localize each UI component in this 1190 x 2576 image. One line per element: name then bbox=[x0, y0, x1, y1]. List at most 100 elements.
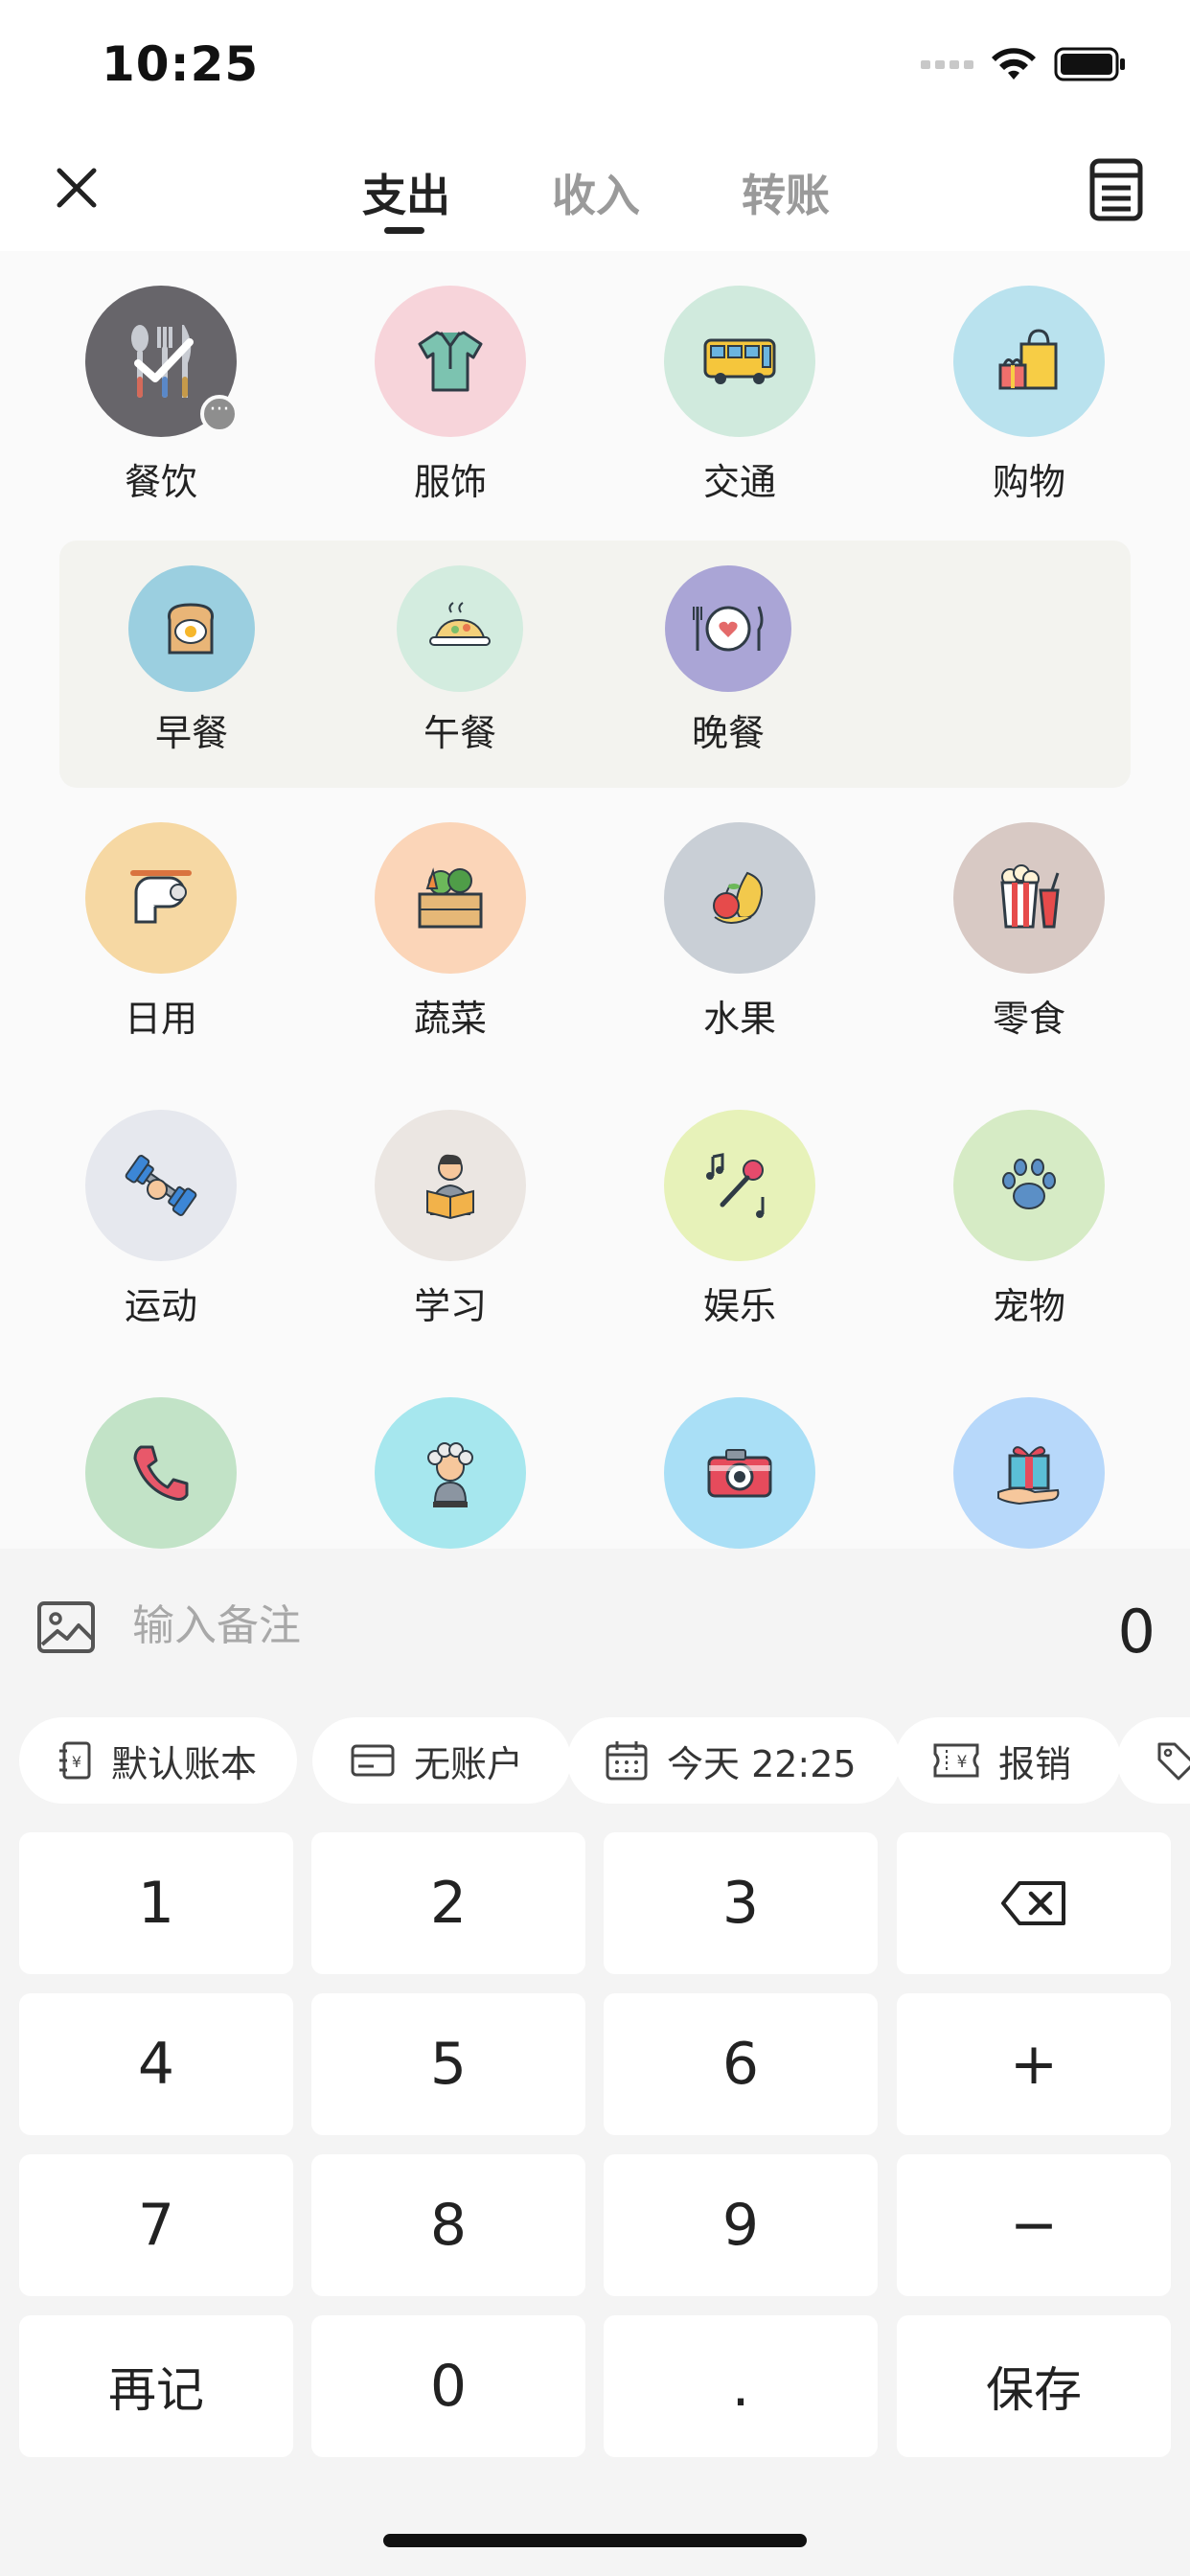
camera-icon-circle bbox=[664, 1397, 815, 1549]
subcategory-label: 晚餐 bbox=[691, 712, 765, 754]
subcategory-panel: 早餐 午餐 晚餐 bbox=[59, 540, 1131, 788]
category-gifts[interactable] bbox=[933, 1397, 1125, 1549]
dining-icon-circle: ··· bbox=[85, 286, 239, 437]
tab-transfer[interactable]: 转账 bbox=[742, 161, 830, 224]
cellular-signal-icon bbox=[921, 59, 973, 69]
image-attach-icon[interactable] bbox=[36, 1600, 96, 1654]
category-photography[interactable] bbox=[644, 1397, 835, 1549]
key-5[interactable]: 5 bbox=[311, 1993, 585, 2135]
subcategory-dinner[interactable]: 晚餐 bbox=[642, 565, 814, 756]
subcategory-breakfast[interactable]: 早餐 bbox=[105, 565, 278, 756]
plus-key[interactable]: + bbox=[897, 1993, 1171, 2135]
key-1[interactable]: 1 bbox=[19, 1832, 293, 1974]
backspace-key[interactable] bbox=[897, 1832, 1171, 1974]
category-phone[interactable] bbox=[65, 1397, 257, 1549]
active-tab-indicator bbox=[384, 227, 424, 234]
category-label: 服饰 bbox=[413, 461, 487, 503]
category-label: 运动 bbox=[124, 1285, 197, 1327]
tag-icon bbox=[1157, 1742, 1190, 1781]
lunch-icon-circle bbox=[397, 565, 523, 692]
tab-income[interactable]: 收入 bbox=[552, 161, 640, 224]
subcategory-lunch[interactable]: 午餐 bbox=[374, 565, 546, 756]
category-vegetables[interactable]: 蔬菜 bbox=[355, 822, 546, 1042]
category-hair[interactable] bbox=[355, 1397, 546, 1549]
note-row: 0 bbox=[0, 1549, 1190, 1714]
key-0[interactable]: 0 bbox=[311, 2315, 585, 2457]
reimburse-chip[interactable]: ¥ 报销 bbox=[895, 1717, 1121, 1804]
sports-icon-circle bbox=[85, 1110, 237, 1261]
camera-icon bbox=[707, 1449, 772, 1498]
category-label: 学习 bbox=[413, 1285, 487, 1327]
status-bar: 10:25 bbox=[0, 0, 1190, 126]
category-snacks[interactable]: 零食 bbox=[933, 822, 1125, 1042]
gift-icon-circle bbox=[953, 1397, 1105, 1549]
category-clothing[interactable]: 服饰 bbox=[355, 286, 546, 505]
category-label: 宠物 bbox=[992, 1285, 1065, 1327]
decimal-key[interactable]: . bbox=[604, 2315, 878, 2457]
category-label: 交通 bbox=[702, 461, 776, 503]
entertainment-icon-circle bbox=[664, 1110, 815, 1261]
fork-knife-icon bbox=[131, 325, 194, 398]
home-indicator bbox=[383, 2534, 807, 2547]
subcategory-label: 午餐 bbox=[423, 712, 496, 754]
key-4[interactable]: 4 bbox=[19, 1993, 293, 2135]
category-dining[interactable]: ··· 餐饮 bbox=[65, 286, 257, 505]
key-7[interactable]: 7 bbox=[19, 2154, 293, 2296]
category-fruit[interactable]: 水果 bbox=[644, 822, 835, 1042]
minus-key[interactable]: − bbox=[897, 2154, 1171, 2296]
tab-expense[interactable]: 支出 bbox=[362, 161, 450, 224]
breakfast-icon-circle bbox=[128, 565, 255, 692]
tag-chip[interactable] bbox=[1117, 1717, 1190, 1804]
category-study[interactable]: 学习 bbox=[355, 1110, 546, 1329]
key-3[interactable]: 3 bbox=[604, 1832, 878, 1974]
shopping-bag-icon bbox=[998, 329, 1058, 390]
note-input[interactable] bbox=[132, 1595, 899, 1656]
toilet-paper-icon bbox=[130, 870, 192, 924]
type-tabs: 支出 收入 转账 bbox=[0, 126, 1190, 251]
category-grid: ··· 餐饮 服饰 交通 购物 早餐 午餐 晚餐 日用 蔬菜 水果 零食 运动 … bbox=[0, 251, 1190, 1549]
account-label: 无账户 bbox=[414, 1742, 524, 1785]
transport-icon-circle bbox=[664, 286, 815, 437]
category-pets[interactable]: 宠物 bbox=[933, 1110, 1125, 1329]
popcorn-icon bbox=[1000, 864, 1060, 929]
fruit-icon bbox=[713, 871, 763, 924]
record-again-button[interactable]: 再记 bbox=[19, 2315, 293, 2457]
category-sports[interactable]: 运动 bbox=[65, 1110, 257, 1329]
category-transport[interactable]: 交通 bbox=[644, 286, 835, 505]
shirt-icon bbox=[418, 331, 483, 392]
category-entertainment[interactable]: 娱乐 bbox=[644, 1110, 835, 1329]
category-label: 水果 bbox=[702, 998, 776, 1040]
vegetable-crate-icon bbox=[418, 867, 483, 929]
key-9[interactable]: 9 bbox=[604, 2154, 878, 2296]
date-label: 今天 22:25 bbox=[667, 1742, 857, 1785]
bus-icon bbox=[703, 338, 776, 384]
key-6[interactable]: 6 bbox=[604, 1993, 878, 2135]
options-chip-row: ¥ 默认账本 无账户 今天 22:25 ¥ 报销 bbox=[19, 1717, 1190, 1804]
save-button[interactable]: 保存 bbox=[897, 2315, 1171, 2457]
paw-icon bbox=[1002, 1159, 1056, 1209]
calendar-icon bbox=[606, 1741, 648, 1781]
dinner-icon-circle bbox=[665, 565, 791, 692]
account-chip[interactable]: 无账户 bbox=[312, 1717, 571, 1804]
gift-icon bbox=[997, 1446, 1060, 1506]
card-icon bbox=[351, 1744, 395, 1777]
daily-icon-circle bbox=[85, 822, 237, 974]
battery-icon bbox=[1054, 47, 1125, 81]
hair-salon-icon bbox=[427, 1442, 473, 1507]
ledger-chip[interactable]: ¥ 默认账本 bbox=[19, 1717, 297, 1804]
category-shopping[interactable]: 购物 bbox=[933, 286, 1125, 505]
hair-icon-circle bbox=[375, 1397, 526, 1549]
category-daily[interactable]: 日用 bbox=[65, 822, 257, 1042]
rice-dish-icon bbox=[429, 602, 491, 646]
key-2[interactable]: 2 bbox=[311, 1832, 585, 1974]
status-indicators bbox=[921, 46, 1127, 82]
shopping-icon-circle bbox=[953, 286, 1105, 437]
phone-icon-circle bbox=[85, 1397, 237, 1549]
category-label: 娱乐 bbox=[702, 1285, 776, 1327]
date-chip[interactable]: 今天 22:25 bbox=[567, 1717, 901, 1804]
key-8[interactable]: 8 bbox=[311, 2154, 585, 2296]
amount-display: 0 bbox=[1117, 1597, 1156, 1667]
reading-icon bbox=[426, 1154, 474, 1220]
category-settings-icon[interactable] bbox=[1088, 157, 1144, 222]
category-label: 日用 bbox=[124, 998, 197, 1040]
